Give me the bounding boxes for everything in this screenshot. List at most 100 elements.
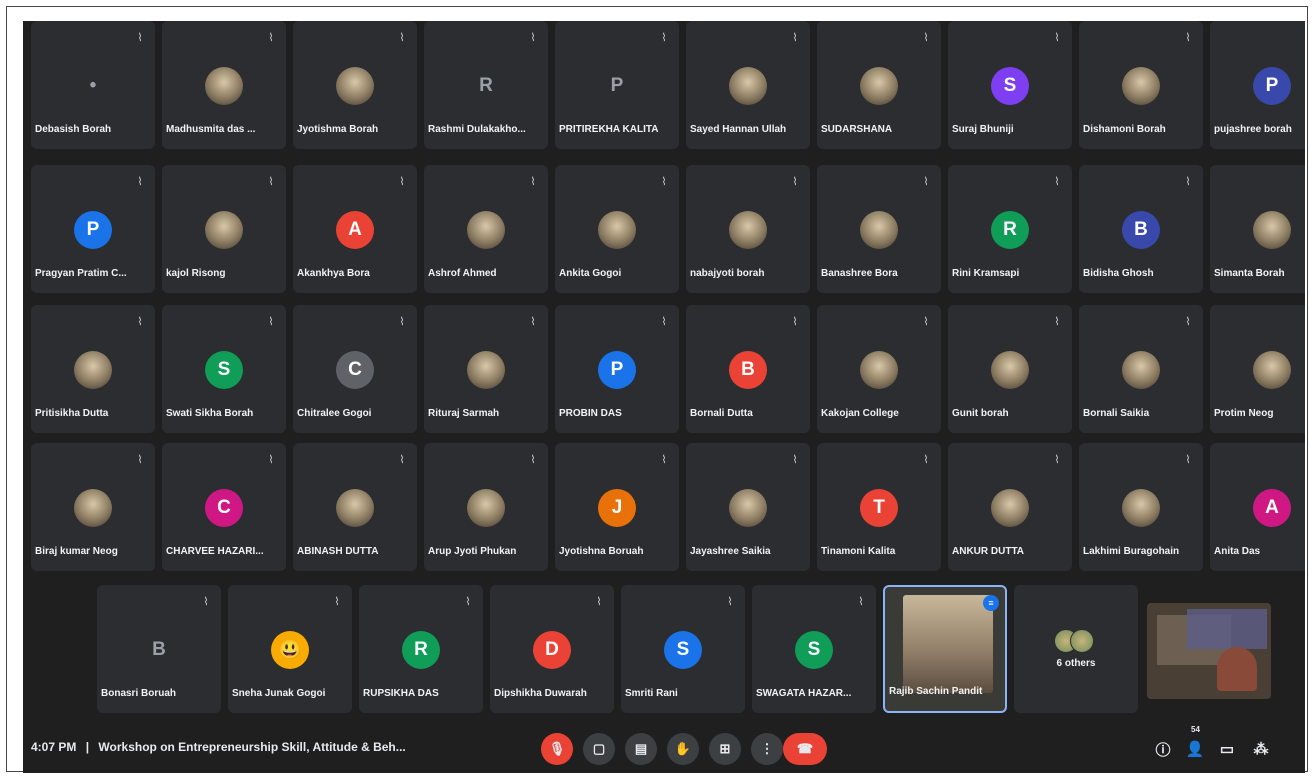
meeting-time: 4:07 PM [31, 740, 77, 754]
participant-name: nabajyoti borah [690, 268, 765, 279]
participant-tile[interactable]: ⌇Ppujashree borah [1210, 21, 1305, 149]
participant-tile[interactable]: ⌇ Pritisikha Dutta [31, 305, 155, 433]
mic-muted-icon: ⌇ [268, 454, 274, 466]
camera-button[interactable]: ▢ [583, 733, 615, 765]
mic-muted-icon: ⌇ [1054, 32, 1060, 44]
meeting-details-button[interactable]: ⓘ [1151, 737, 1175, 761]
participant-tile[interactable]: ⌇ P PROBIN DAS [555, 305, 679, 433]
mic-muted-icon: ⌇ [923, 32, 929, 44]
participant-name: Jyotishna Boruah [559, 546, 644, 557]
participant-tile[interactable]: ⌇ Lakhimi Buragohain [1079, 443, 1203, 571]
participant-tile[interactable]: ⌇ ABINASH DUTTA [293, 443, 417, 571]
avatar-initial: J [598, 489, 636, 527]
participant-tile[interactable]: ⌇ B Bonasri Boruah [97, 585, 221, 713]
people-button[interactable]: 54 👤 [1183, 725, 1207, 761]
participant-tile[interactable]: ⌇ S Smriti Rani [621, 585, 745, 713]
participant-tile[interactable]: ⌇AAnita Das [1210, 443, 1305, 571]
participant-tile[interactable]: ⌇ T Tinamoni Kalita [817, 443, 941, 571]
participant-tile[interactable]: ⌇ A Akankhya Bora [293, 165, 417, 293]
participant-tile[interactable]: ⌇ • Debasish Borah [31, 21, 155, 149]
avatar-initial: C [205, 489, 243, 527]
participant-name: Rashmi Dulakakho... [428, 124, 526, 135]
present-button[interactable]: ⊞ [709, 733, 741, 765]
participant-tile[interactable]: ⌇ S Suraj Bhuniji [948, 21, 1072, 149]
participant-tile[interactable]: ⌇ Ashrof Ahmed [424, 165, 548, 293]
screenshot-frame: ⌇ • Debasish Borah ⌇ Madhusmita das ... ⌇ Jyot… [6, 6, 1308, 773]
others-tile[interactable]: 6 others [1014, 585, 1138, 713]
raise-hand-button[interactable]: ✋ [667, 733, 699, 765]
mic-off-icon: 🎙 [548, 741, 566, 756]
participant-tile[interactable]: ⌇ P Pragyan Pratim C... [31, 165, 155, 293]
more-options-button[interactable]: ⋮ [751, 733, 783, 765]
avatar-photo [467, 211, 505, 249]
participant-tile[interactable]: ⌇ R RUPSIKHA DAS [359, 585, 483, 713]
info-icon: ⓘ [1155, 741, 1171, 759]
participant-tile[interactable]: ⌇ B Bornali Dutta [686, 305, 810, 433]
participant-name: Jayashree Saikia [690, 546, 771, 557]
participant-tile[interactable]: ⌇ ANKUR DUTTA [948, 443, 1072, 571]
participant-tile[interactable]: ⌇ Dishamoni Borah [1079, 21, 1203, 149]
avatar-initial: P [1253, 67, 1291, 105]
participant-name: Debasish Borah [35, 124, 112, 135]
participant-name: Biraj kumar Neog [35, 546, 118, 557]
mic-off-button[interactable]: 🎙 [541, 733, 573, 765]
mic-muted-icon: ⌇ [1185, 32, 1191, 44]
avatar-photo [860, 211, 898, 249]
participant-tile[interactable]: ⌇ P PRITIREKHA KALITA [555, 21, 679, 149]
participant-tile[interactable]: ⌇ S SWAGATA HAZAR... [752, 585, 876, 713]
participant-tile[interactable]: ⌇ S Swati Sikha Borah [162, 305, 286, 433]
participant-tile[interactable]: ⌇ Gunit borah [948, 305, 1072, 433]
participant-tile[interactable]: ⌇ Sayed Hannan Ullah [686, 21, 810, 149]
participant-tile[interactable]: ⌇ 😃 Sneha Junak Gogoi [228, 585, 352, 713]
mic-muted-icon: ⌇ [268, 316, 274, 328]
active-speaker-tile[interactable]: ≡ Rajib Sachin Pandit [883, 585, 1007, 713]
participant-tile[interactable]: ⌇ SUDARSHANA [817, 21, 941, 149]
mic-muted-icon: ⌇ [792, 454, 798, 466]
participant-tile[interactable]: ⌇Protim Neog [1210, 305, 1305, 433]
avatar-photo [467, 489, 505, 527]
participant-tile[interactable]: ⌇ kajol Risong [162, 165, 286, 293]
activities-button[interactable]: ⁂ [1249, 737, 1273, 761]
avatar-initial: B [729, 351, 767, 389]
participant-tile[interactable]: ⌇ Kakojan College [817, 305, 941, 433]
captions-button[interactable]: ▤ [625, 733, 657, 765]
participant-tile[interactable]: ⌇ R Rashmi Dulakakho... [424, 21, 548, 149]
participant-name: Bonasri Boruah [101, 688, 177, 699]
participant-tile[interactable]: ⌇ J Jyotishna Boruah [555, 443, 679, 571]
participant-name: Rini Kramsapi [952, 268, 1020, 279]
chat-button[interactable]: ▭ [1215, 737, 1239, 761]
participant-name: Pragyan Pratim C... [35, 268, 127, 279]
participant-tile[interactable]: ⌇Simanta Borah [1210, 165, 1305, 293]
mic-muted-icon: ⌇ [137, 454, 143, 466]
mic-muted-icon: ⌇ [530, 32, 536, 44]
mic-muted-icon: ⌇ [399, 176, 405, 188]
participant-name: Dipshikha Duwarah [494, 688, 587, 699]
camera-icon: ▢ [592, 741, 606, 756]
participant-name: Banashree Bora [821, 268, 898, 279]
participant-tile[interactable]: ⌇ Jayashree Saikia [686, 443, 810, 571]
participant-tile[interactable]: ⌇ Rituraj Sarmah [424, 305, 548, 433]
mic-muted-icon: ⌇ [530, 454, 536, 466]
meeting-info: 4:07 PM | Workshop on Entrepreneurship S… [31, 740, 406, 754]
avatar-photo [860, 351, 898, 389]
participant-tile[interactable]: ⌇ Jyotishma Borah [293, 21, 417, 149]
participant-tile[interactable]: ⌇ Ankita Gogoi [555, 165, 679, 293]
participant-tile[interactable]: ⌇ nabajyoti borah [686, 165, 810, 293]
participant-tile[interactable]: ⌇ C Chitralee Gogoi [293, 305, 417, 433]
participant-tile[interactable]: ⌇ Arup Jyoti Phukan [424, 443, 548, 571]
participant-tile[interactable]: ⌇ B Bidisha Ghosh [1079, 165, 1203, 293]
participant-tile[interactable]: ⌇ Banashree Bora [817, 165, 941, 293]
leave-call-button[interactable]: ☎ [783, 733, 827, 765]
participant-tile[interactable]: ⌇ Madhusmita das ... [162, 21, 286, 149]
meeting-window: ⌇ • Debasish Borah ⌇ Madhusmita das ... ⌇ Jyot… [23, 21, 1305, 773]
participant-tile[interactable]: ⌇ C CHARVEE HAZARI... [162, 443, 286, 571]
participant-tile[interactable]: ⌇ Bornali Saikia [1079, 305, 1203, 433]
participant-tile[interactable]: ⌇ R Rini Kramsapi [948, 165, 1072, 293]
participant-tile[interactable]: ⌇ D Dipshikha Duwarah [490, 585, 614, 713]
avatar-initial: A [1253, 489, 1291, 527]
avatar-initial: B [152, 639, 166, 660]
mic-muted-icon: ⌇ [203, 596, 209, 608]
self-view-tile[interactable] [1147, 603, 1271, 699]
participant-tile[interactable]: ⌇ Biraj kumar Neog [31, 443, 155, 571]
avatar-initial: 😃 [271, 631, 309, 669]
